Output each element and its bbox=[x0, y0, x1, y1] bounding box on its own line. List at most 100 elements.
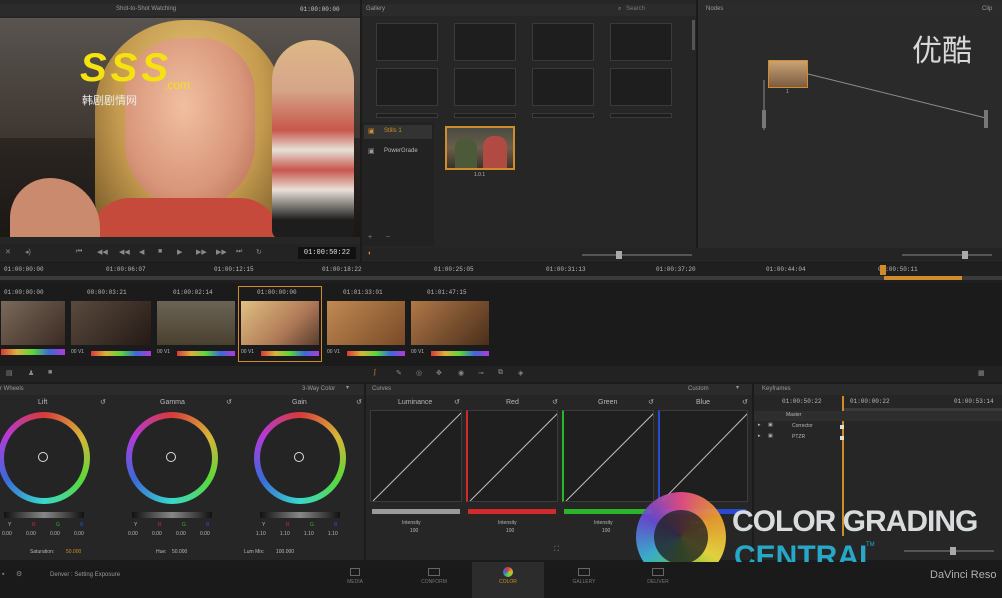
blur-icon[interactable]: ◉ bbox=[458, 369, 464, 377]
reset-icon[interactable]: ↺ bbox=[742, 398, 748, 406]
gamma-value-b[interactable]: 0.00 bbox=[200, 531, 210, 537]
node-output-handle[interactable] bbox=[984, 110, 988, 128]
fast-forward-button[interactable]: ▶▶ bbox=[196, 248, 207, 256]
nodes-clip-label[interactable]: Clip bbox=[982, 5, 992, 14]
hue-value[interactable]: 50.000 bbox=[172, 549, 187, 555]
still-slot[interactable] bbox=[454, 23, 516, 61]
clip-thumbnail-active[interactable]: 01:00:00:00 00 V1 bbox=[238, 286, 322, 362]
clip-thumbnail[interactable]: 01:01:47:15 00 V1 bbox=[408, 286, 490, 362]
go-to-end-button[interactable]: ⏭ bbox=[236, 248, 242, 256]
clip-thumbnail[interactable]: 00:00:03:21 00 V1 bbox=[68, 286, 152, 362]
reset-icon[interactable]: ↺ bbox=[552, 398, 558, 406]
keyframes-zoom-slider[interactable] bbox=[904, 550, 994, 552]
lift-master-slider[interactable] bbox=[4, 512, 84, 518]
still-slot[interactable] bbox=[454, 113, 516, 118]
stop-button[interactable]: ■ bbox=[158, 248, 162, 255]
still-slot[interactable] bbox=[532, 113, 594, 118]
chevron-down-icon[interactable]: ▾ bbox=[736, 384, 739, 393]
gallery-footer-icon[interactable]: ◐ bbox=[368, 250, 372, 257]
playhead-marker[interactable] bbox=[880, 265, 886, 275]
window-icon[interactable]: ◎ bbox=[416, 369, 422, 377]
lift-value-y[interactable]: 0.00 bbox=[2, 531, 12, 537]
qualifier-icon[interactable]: ✎ bbox=[396, 369, 402, 377]
person-icon[interactable]: ♟ bbox=[28, 369, 34, 377]
viewer-mode-icon[interactable]: ▤ bbox=[6, 369, 13, 377]
gamma-master-slider[interactable] bbox=[132, 512, 212, 518]
rewind-button[interactable]: ◀◀ bbox=[119, 248, 130, 256]
timeline-ruler[interactable]: 01:00:00:00 01:00:06:07 01:00:12:15 01:0… bbox=[0, 263, 1002, 283]
still-slot[interactable] bbox=[532, 68, 594, 106]
luminance-intensity-bar[interactable] bbox=[372, 509, 460, 514]
keyframes-zoom-knob[interactable] bbox=[950, 547, 956, 555]
lock-icon[interactable]: ▣ bbox=[768, 422, 773, 428]
curves-mode[interactable]: Custom bbox=[688, 385, 709, 394]
viewer-mode-label[interactable]: Shot-to-Shot Watching bbox=[116, 5, 176, 14]
gain-crosshair[interactable] bbox=[294, 452, 304, 462]
go-to-start-button[interactable]: ⏮ bbox=[76, 248, 82, 256]
still-slot[interactable] bbox=[376, 68, 438, 106]
gain-value-b[interactable]: 1.10 bbox=[328, 531, 338, 537]
clip-thumbnail[interactable]: 01:01:33:01 00 V1 bbox=[324, 286, 406, 362]
saturation-value[interactable]: 50.000 bbox=[66, 549, 81, 555]
intensity-value[interactable]: 100 bbox=[506, 528, 514, 534]
gain-master-slider[interactable] bbox=[260, 512, 340, 518]
lock-icon[interactable]: ▣ bbox=[768, 433, 773, 439]
lift-crosshair[interactable] bbox=[38, 452, 48, 462]
gamma-value-r[interactable]: 0.00 bbox=[152, 531, 162, 537]
gain-wheel[interactable] bbox=[254, 412, 346, 504]
play-button[interactable]: ▶ bbox=[177, 248, 182, 256]
key-icon[interactable]: ⊸ bbox=[478, 369, 484, 377]
green-curve[interactable] bbox=[562, 410, 654, 502]
luminance-curve[interactable] bbox=[370, 410, 462, 502]
gamma-value-g[interactable]: 0.00 bbox=[176, 531, 186, 537]
node-input-handle[interactable] bbox=[762, 110, 766, 128]
gain-value-g[interactable]: 1.10 bbox=[304, 531, 314, 537]
reset-icon[interactable]: ↺ bbox=[356, 398, 362, 406]
loop-icon[interactable]: ↻ bbox=[256, 248, 262, 256]
reverse-play-button[interactable]: ◀ bbox=[139, 248, 144, 256]
lift-wheel[interactable] bbox=[0, 412, 90, 504]
keyframe-track-ptzr[interactable]: ▸ ▣ PTZR bbox=[754, 433, 1002, 443]
gallery-zoom-knob[interactable] bbox=[616, 251, 622, 259]
gallery-search-icon[interactable]: ⌕ bbox=[618, 5, 621, 14]
clip-thumbnail[interactable]: 01:00:02:14 00 V1 bbox=[154, 286, 236, 362]
lift-value-r[interactable]: 0.00 bbox=[26, 531, 36, 537]
red-curve[interactable] bbox=[466, 410, 558, 502]
gamma-value-y[interactable]: 0.00 bbox=[128, 531, 138, 537]
curves-link-icon[interactable]: ⛶ bbox=[554, 546, 559, 554]
gallery-scrollbar[interactable] bbox=[692, 20, 695, 50]
keyframe-marker[interactable] bbox=[840, 436, 844, 440]
page-tab-color[interactable]: COLOR bbox=[472, 562, 544, 598]
red-intensity-bar[interactable] bbox=[468, 509, 556, 514]
gain-value-y[interactable]: 1.10 bbox=[256, 531, 266, 537]
reset-icon[interactable]: ↺ bbox=[454, 398, 460, 406]
add-album-button[interactable]: + bbox=[368, 234, 372, 241]
gamma-crosshair[interactable] bbox=[166, 452, 176, 462]
curves-tool-icon[interactable]: ∫ bbox=[374, 369, 376, 376]
album-item-stills[interactable]: ▣ Stills 1 bbox=[364, 125, 432, 139]
3d-icon[interactable]: ◈ bbox=[518, 369, 523, 377]
nodes-zoom-knob[interactable] bbox=[962, 251, 968, 259]
expand-icon[interactable]: ▸ bbox=[758, 422, 761, 428]
keyframe-marker[interactable] bbox=[840, 425, 844, 429]
reset-icon[interactable]: ↺ bbox=[648, 398, 654, 406]
lum-mix-value[interactable]: 100.000 bbox=[276, 549, 294, 555]
gallery-zoom-slider[interactable] bbox=[582, 254, 692, 256]
lift-value-g[interactable]: 0.00 bbox=[50, 531, 60, 537]
page-tab-gallery[interactable]: GALLERY bbox=[556, 562, 612, 598]
green-intensity-bar[interactable] bbox=[564, 509, 652, 514]
clip-thumbnail[interactable]: 01:00:00:00 bbox=[0, 286, 66, 362]
gain-value-r[interactable]: 1.10 bbox=[280, 531, 290, 537]
still-slot[interactable] bbox=[454, 68, 516, 106]
page-tab-deliver[interactable]: DELIVER bbox=[630, 562, 686, 598]
previous-clip-button[interactable]: ◀◀ bbox=[97, 248, 108, 256]
gallery-search-input[interactable]: Search bbox=[626, 5, 645, 14]
intensity-value[interactable]: 100 bbox=[410, 528, 418, 534]
nodes-zoom-slider[interactable] bbox=[902, 254, 992, 256]
page-tab-conform[interactable]: CONFORM bbox=[406, 562, 462, 598]
keyframe-track-corrector[interactable]: ▸ ▣ Corrector bbox=[754, 422, 1002, 432]
reset-icon[interactable]: ↺ bbox=[100, 398, 106, 406]
next-clip-button[interactable]: ▶▶ bbox=[216, 248, 227, 256]
project-icon[interactable]: ▪ bbox=[2, 571, 4, 578]
album-item-powergrade[interactable]: ▣ PowerGrade bbox=[364, 145, 432, 159]
